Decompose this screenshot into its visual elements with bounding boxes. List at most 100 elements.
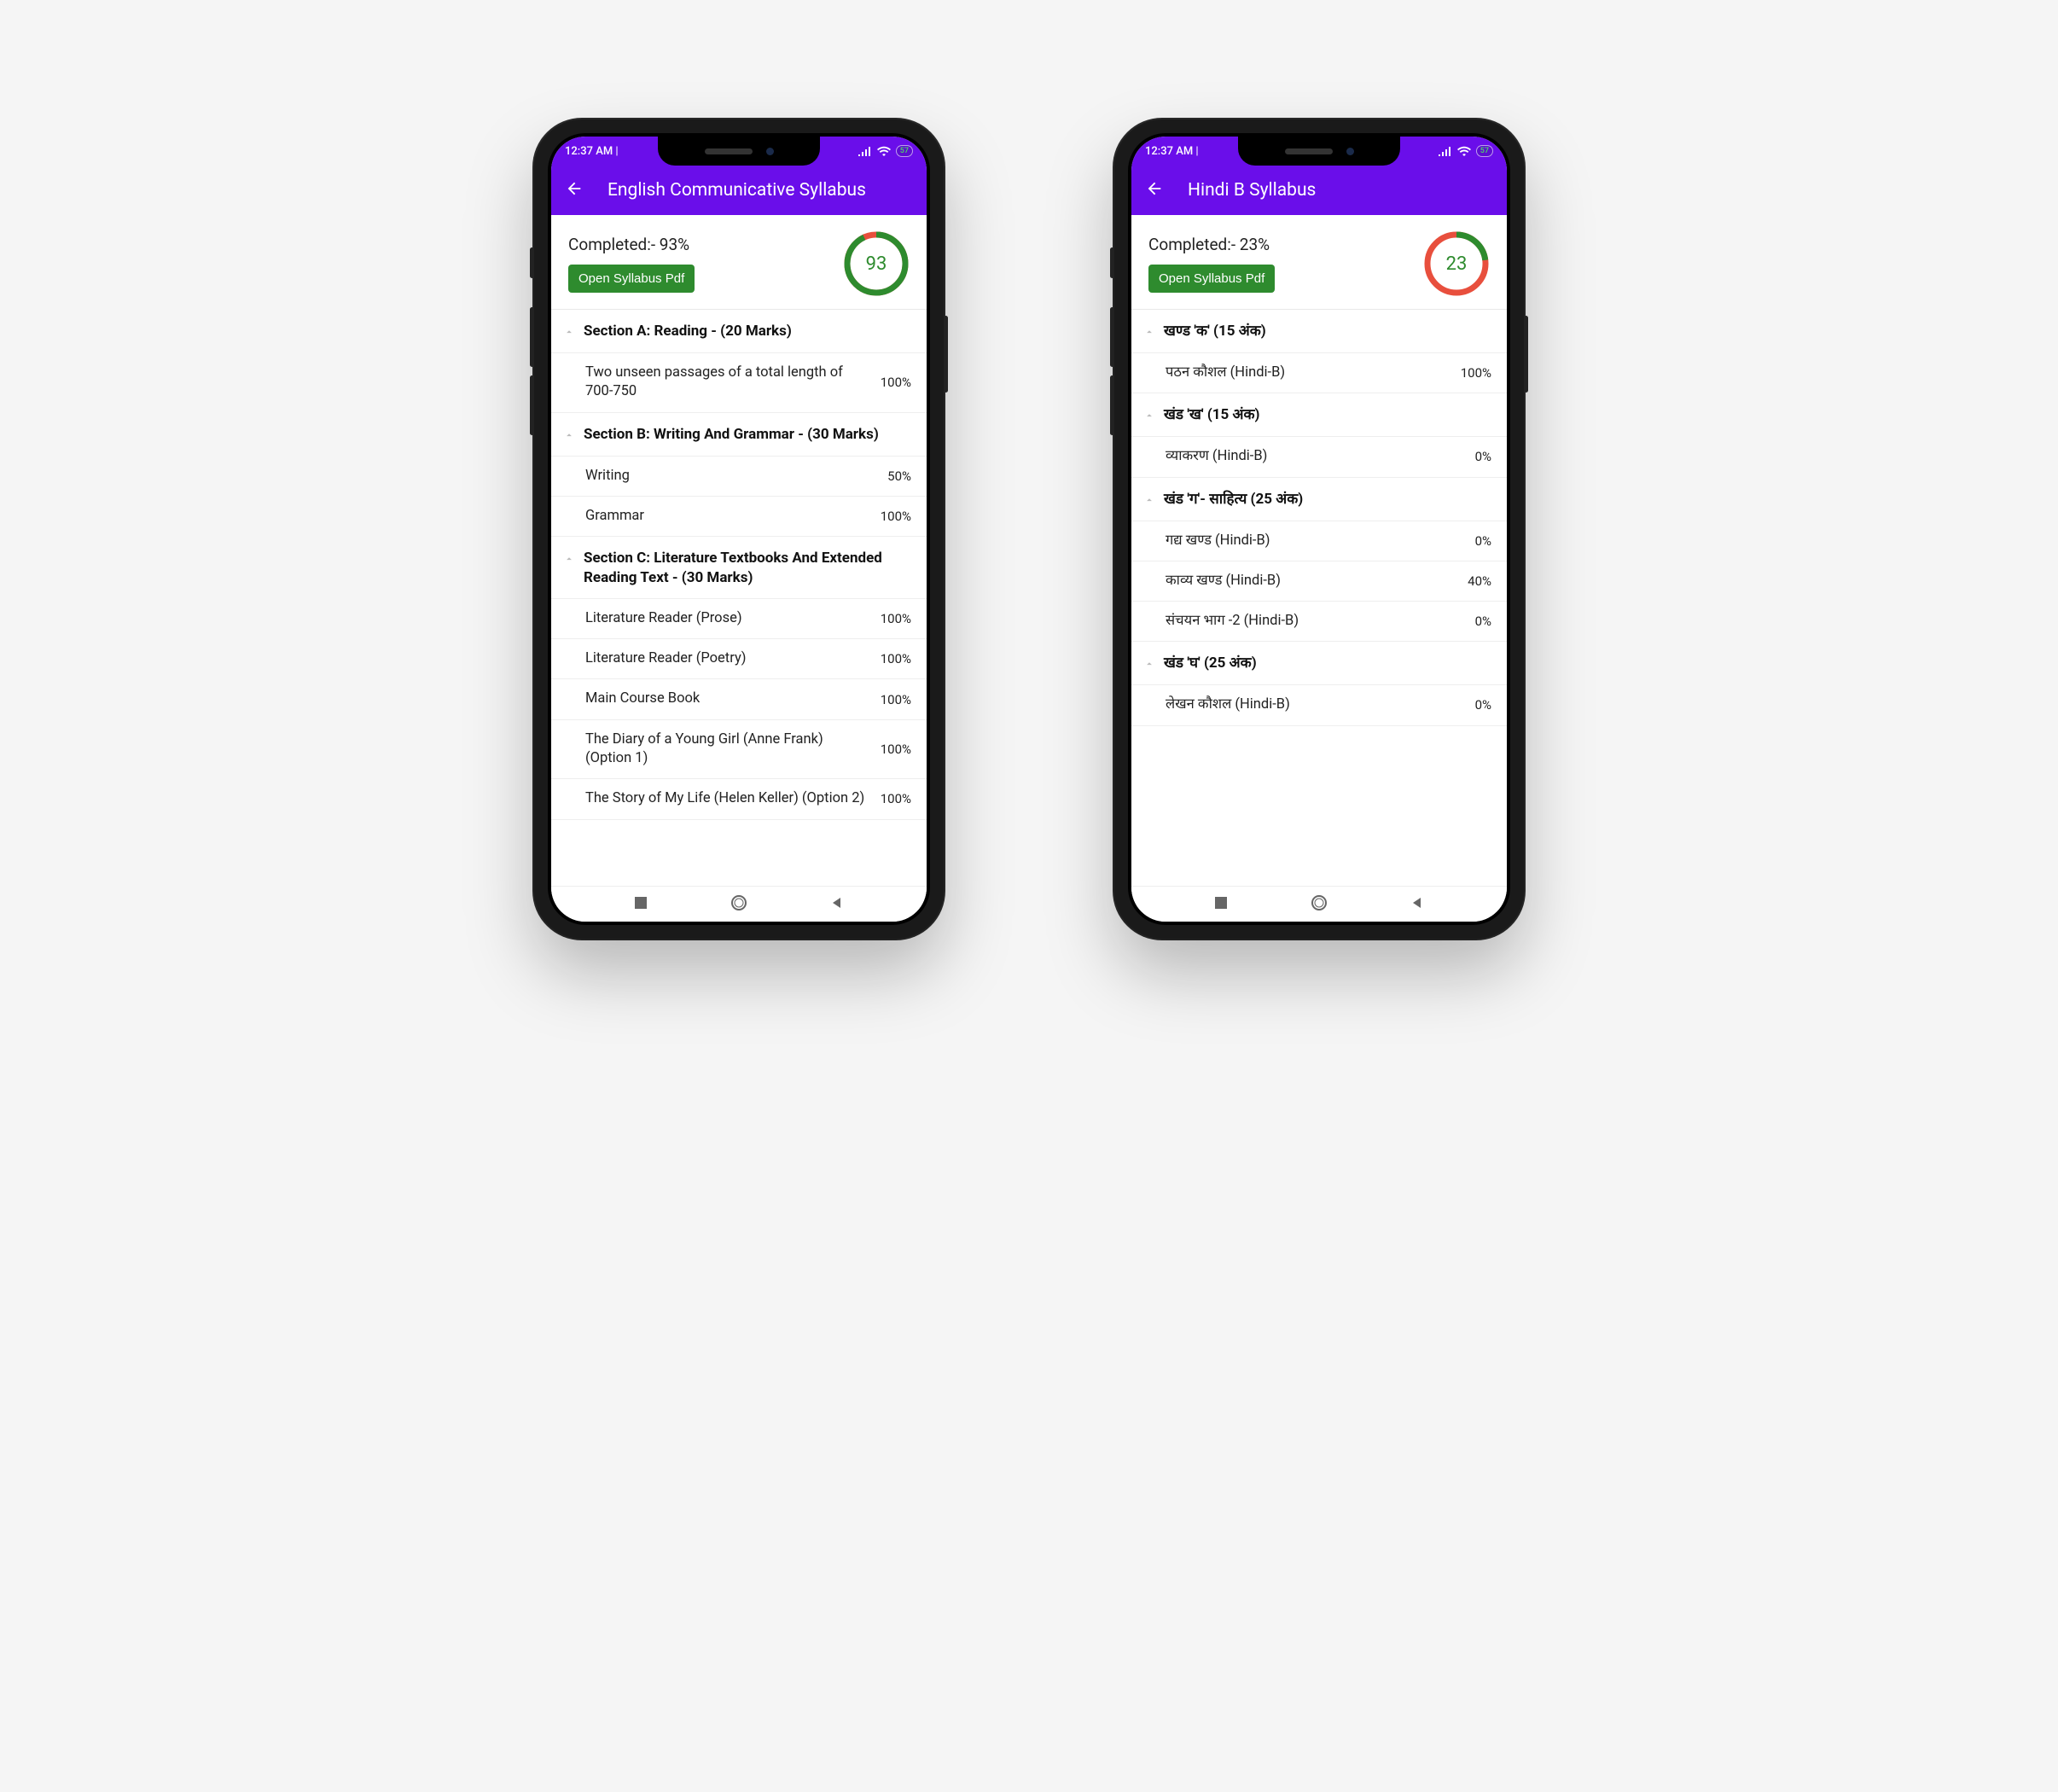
page-title: English Communicative Syllabus xyxy=(608,180,866,201)
chevron-up-icon xyxy=(1143,325,1155,342)
topic-percent: 100% xyxy=(881,791,911,806)
signal-icon xyxy=(858,146,872,156)
completed-label: Completed:- 23% xyxy=(1148,235,1270,254)
wifi-icon xyxy=(1457,146,1471,156)
topic-name: Two unseen passages of a total length of… xyxy=(585,364,867,402)
topic-percent: 0% xyxy=(1475,449,1491,464)
topic-name: The Story of My Life (Helen Keller) (Opt… xyxy=(585,789,867,808)
topic-name: पठन कौशल (Hindi-B) xyxy=(1166,364,1447,382)
topic-percent: 0% xyxy=(1475,614,1491,629)
phone-side-button xyxy=(530,307,534,367)
phone-mockup: 12:37 AM | ‎ 57 Hindi B Syllabus Complet… xyxy=(1114,119,1524,939)
app-bar: Hindi B Syllabus xyxy=(1131,166,1507,215)
topic-row[interactable]: लेखन कौशल (Hindi-B) 0% xyxy=(1131,685,1507,725)
topic-row[interactable]: व्याकरण (Hindi-B) 0% xyxy=(1131,437,1507,477)
topic-row[interactable]: Literature Reader (Prose) 100% xyxy=(551,599,927,639)
section-header[interactable]: खंड 'घ' (25 अंक) xyxy=(1131,642,1507,685)
nav-recents-icon[interactable] xyxy=(634,896,648,913)
back-arrow-icon[interactable] xyxy=(1145,179,1164,201)
topic-percent: 0% xyxy=(1475,697,1491,713)
topic-row[interactable]: पठन कौशल (Hindi-B) 100% xyxy=(1131,353,1507,393)
nav-home-icon[interactable] xyxy=(730,894,747,915)
chevron-up-icon xyxy=(563,325,575,342)
chevron-up-icon xyxy=(563,428,575,445)
phone-notch xyxy=(658,137,820,166)
status-icons: 57 xyxy=(1439,145,1493,157)
section-header[interactable]: खण्ड 'क' (15 अंक) xyxy=(1131,310,1507,353)
topic-row[interactable]: Main Course Book 100% xyxy=(551,679,927,719)
chevron-up-icon xyxy=(1143,409,1155,426)
nav-bar xyxy=(551,886,927,922)
back-arrow-icon[interactable] xyxy=(565,179,584,201)
phone-screen: 12:37 AM | ‎ 57 Hindi B Syllabus Complet… xyxy=(1131,137,1507,922)
app-bar: English Communicative Syllabus xyxy=(551,166,927,215)
topic-row[interactable]: Literature Reader (Poetry) 100% xyxy=(551,639,927,679)
chevron-up-icon xyxy=(563,552,575,569)
phone-side-button xyxy=(1524,316,1528,393)
topic-row[interactable]: Grammar 100% xyxy=(551,497,927,537)
phone-notch xyxy=(1238,137,1400,166)
wifi-icon xyxy=(877,146,891,156)
topic-row[interactable]: गद्य खण्ड (Hindi-B) 0% xyxy=(1131,521,1507,561)
topic-row[interactable]: The Diary of a Young Girl (Anne Frank) (… xyxy=(551,720,927,780)
phone-side-button xyxy=(1110,375,1114,435)
topic-row[interactable]: काव्य खण्ड (Hindi-B) 40% xyxy=(1131,561,1507,602)
status-icons: 57 xyxy=(858,145,913,157)
battery-icon: 57 xyxy=(896,145,913,157)
section-title: Section C: Literature Textbooks And Exte… xyxy=(584,549,911,588)
topic-name: Writing xyxy=(585,467,874,486)
signal-icon xyxy=(1439,146,1452,156)
topic-percent: 100% xyxy=(1461,365,1491,381)
section-title: खण्ड 'क' (15 अंक) xyxy=(1164,322,1491,341)
section-title: खंड 'ग'- साहित्य (25 अंक) xyxy=(1164,490,1491,509)
content-scroll[interactable]: Completed:- 93% Open Syllabus Pdf 93 Sec… xyxy=(551,215,927,886)
page-title: Hindi B Syllabus xyxy=(1188,180,1316,201)
section-title: Section B: Writing And Grammar - (30 Mar… xyxy=(584,425,911,445)
progress-ring: 23 xyxy=(1423,230,1490,297)
open-syllabus-pdf-button[interactable]: Open Syllabus Pdf xyxy=(1148,265,1275,293)
section-header[interactable]: Section C: Literature Textbooks And Exte… xyxy=(551,537,927,599)
nav-back-icon[interactable] xyxy=(830,896,844,913)
section-title: खंड 'ख' (15 अंक) xyxy=(1164,405,1491,425)
nav-back-icon[interactable] xyxy=(1410,896,1424,913)
topic-name: The Diary of a Young Girl (Anne Frank) (… xyxy=(585,730,867,769)
topic-percent: 0% xyxy=(1475,533,1491,549)
nav-home-icon[interactable] xyxy=(1311,894,1328,915)
section-header[interactable]: खंड 'ग'- साहित्य (25 अंक) xyxy=(1131,478,1507,521)
completed-label: Completed:- 93% xyxy=(568,235,689,254)
topic-row[interactable]: संचयन भाग -2 (Hindi-B) 0% xyxy=(1131,602,1507,642)
section-header[interactable]: Section B: Writing And Grammar - (30 Mar… xyxy=(551,413,927,457)
topic-row[interactable]: Writing 50% xyxy=(551,457,927,497)
topic-percent: 100% xyxy=(881,742,911,757)
topic-name: Literature Reader (Prose) xyxy=(585,609,867,628)
section-header[interactable]: खंड 'ख' (15 अंक) xyxy=(1131,393,1507,437)
nav-recents-icon[interactable] xyxy=(1214,896,1228,913)
topic-row[interactable]: Two unseen passages of a total length of… xyxy=(551,353,927,413)
phone-side-button xyxy=(530,375,534,435)
phone-side-button xyxy=(530,247,534,278)
open-syllabus-pdf-button[interactable]: Open Syllabus Pdf xyxy=(568,265,695,293)
topic-row[interactable]: The Story of My Life (Helen Keller) (Opt… xyxy=(551,779,927,819)
progress-value: 93 xyxy=(843,230,910,297)
progress-ring: 93 xyxy=(843,230,910,297)
topic-name: गद्य खण्ड (Hindi-B) xyxy=(1166,532,1462,550)
status-time: 12:37 AM | ‎ xyxy=(1145,145,1201,158)
topic-percent: 100% xyxy=(881,611,911,626)
section-title: खंड 'घ' (25 अंक) xyxy=(1164,654,1491,673)
topic-percent: 100% xyxy=(881,651,911,666)
topic-name: Main Course Book xyxy=(585,689,867,708)
nav-bar xyxy=(1131,886,1507,922)
topic-name: व्याकरण (Hindi-B) xyxy=(1166,447,1462,466)
phone-side-button xyxy=(944,316,948,393)
topic-percent: 100% xyxy=(881,375,911,390)
status-time: 12:37 AM | ‎ xyxy=(565,145,621,158)
battery-icon: 57 xyxy=(1476,145,1493,157)
summary-card: Completed:- 23% Open Syllabus Pdf 23 xyxy=(1131,215,1507,310)
section-title: Section A: Reading - (20 Marks) xyxy=(584,322,911,341)
chevron-up-icon xyxy=(1143,493,1155,510)
section-header[interactable]: Section A: Reading - (20 Marks) xyxy=(551,310,927,353)
content-scroll[interactable]: Completed:- 23% Open Syllabus Pdf 23 खण्… xyxy=(1131,215,1507,886)
topic-percent: 100% xyxy=(881,692,911,707)
phone-side-button xyxy=(1110,307,1114,367)
topic-name: Grammar xyxy=(585,507,867,526)
